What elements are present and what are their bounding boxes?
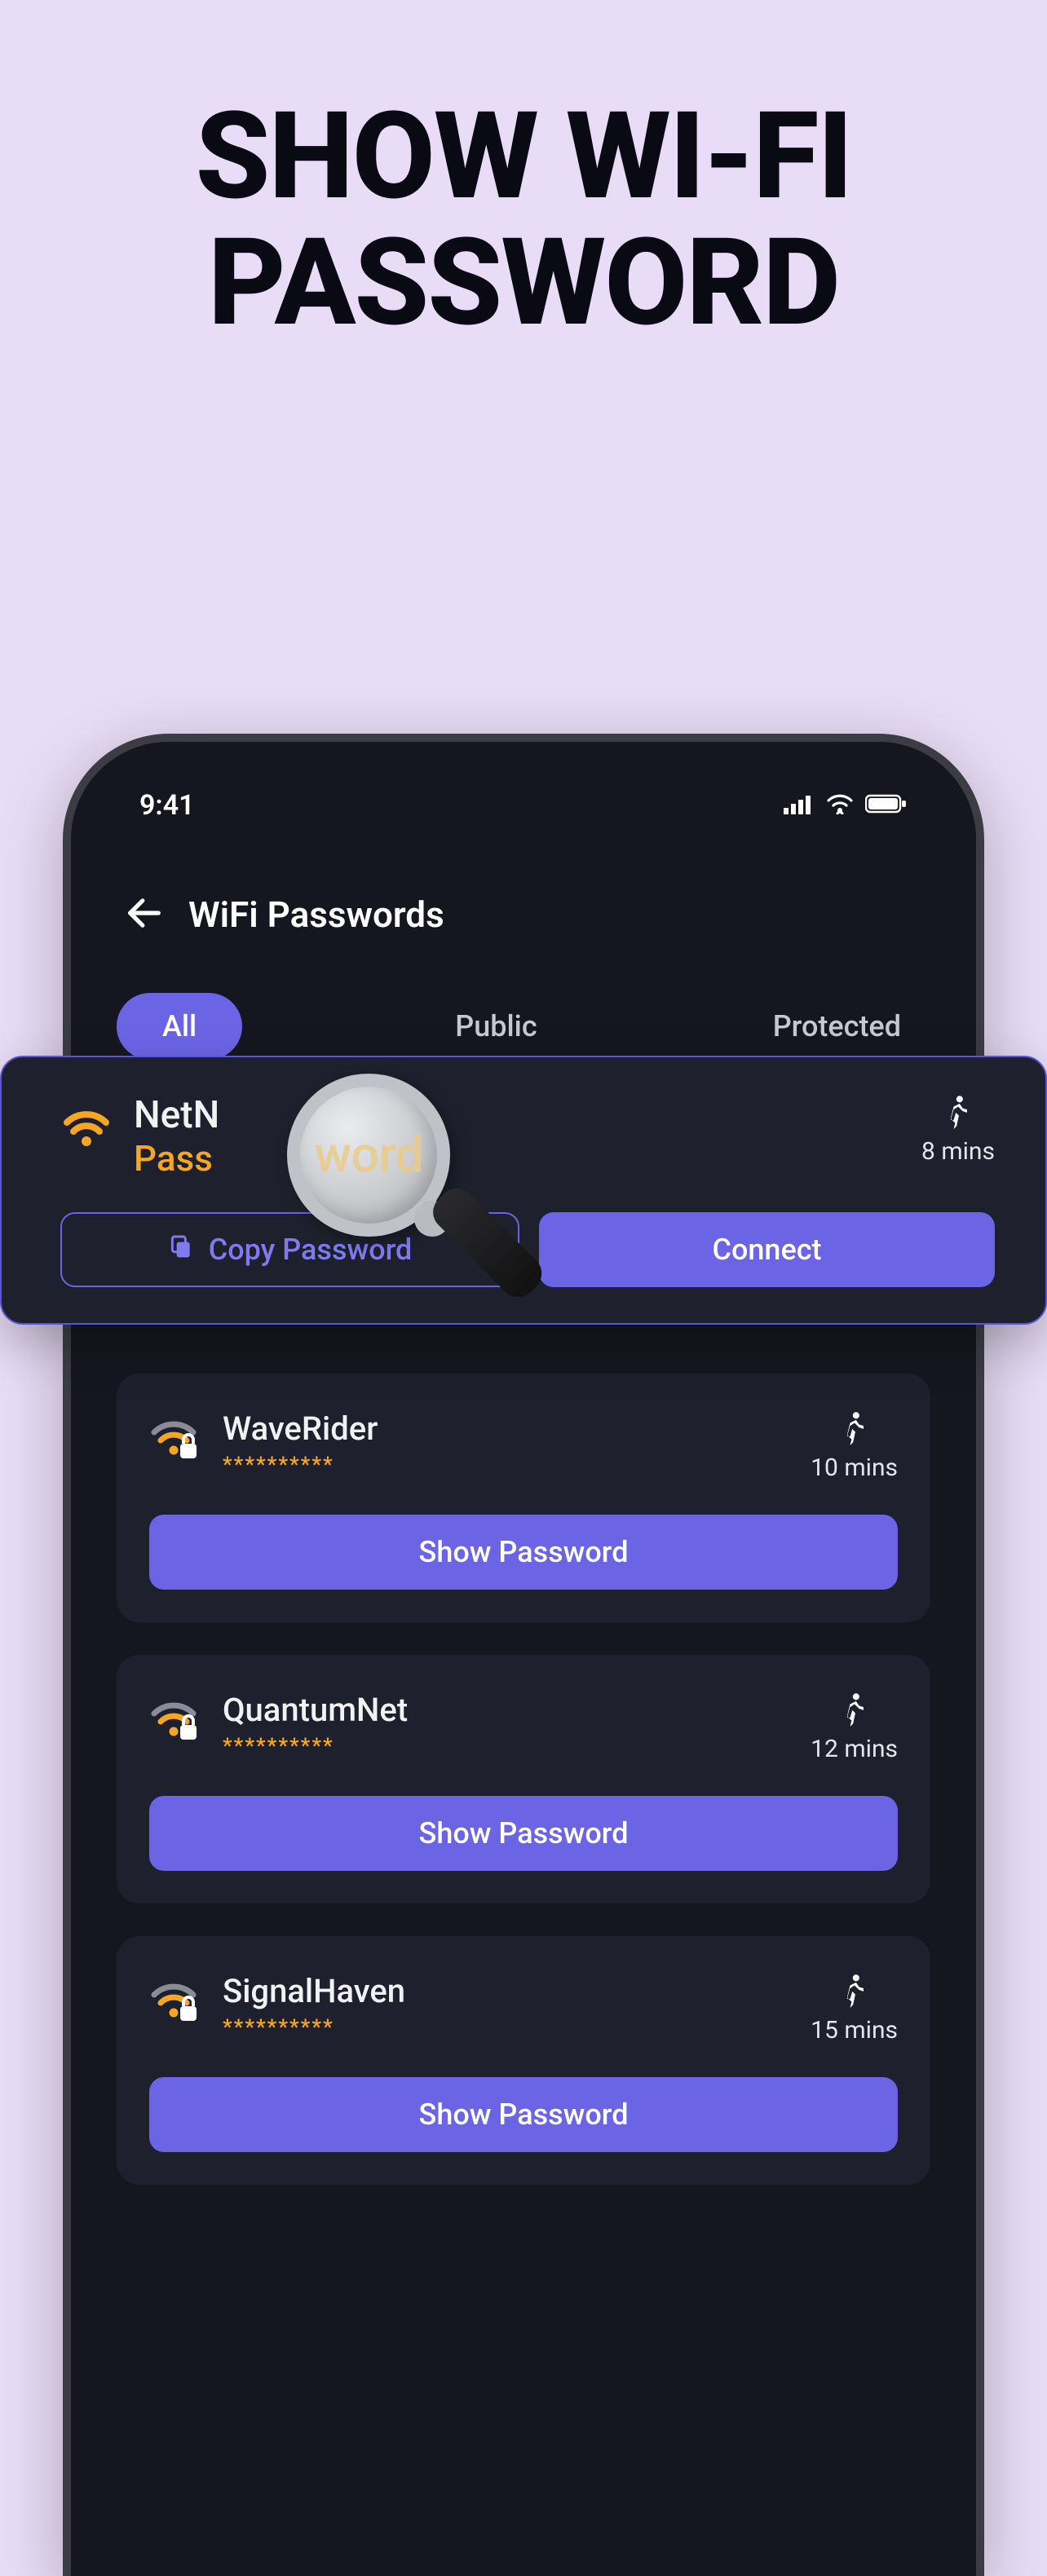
phone-frame: 9:41 WiFi Passwords All Public xyxy=(63,734,984,2576)
copy-password-button[interactable]: Copy Password xyxy=(60,1212,519,1287)
network-card: WaveRider ********** 10 mins Show Passwo… xyxy=(117,1374,930,1622)
network-card: QuantumNet ********** 12 mins Show Passw… xyxy=(117,1655,930,1903)
walk-time: 8 mins xyxy=(921,1137,995,1166)
status-bar: 9:41 xyxy=(117,781,930,830)
network-name: QuantumNet xyxy=(223,1691,408,1729)
wifi-lock-icon xyxy=(149,1977,198,2018)
wifi-lock-icon xyxy=(149,1414,198,1455)
network-name: NetN xyxy=(134,1093,219,1137)
copy-icon xyxy=(168,1233,194,1267)
featured-network-card: NetN Pass 8 mins Copy Password Connect w… xyxy=(0,1056,1047,1325)
network-card: SignalHaven ********** 15 mins Show Pass… xyxy=(117,1936,930,2185)
show-password-button[interactable]: Show Password xyxy=(149,1515,898,1590)
wifi-icon xyxy=(60,1106,109,1147)
copy-password-label: Copy Password xyxy=(209,1233,413,1267)
tab-all[interactable]: All xyxy=(117,993,242,1060)
network-name: SignalHaven xyxy=(223,1972,405,2010)
status-time: 9:41 xyxy=(139,789,195,822)
wifi-lock-icon xyxy=(149,1696,198,1736)
password-revealed: Pass xyxy=(134,1137,219,1180)
walk-time: 10 mins xyxy=(811,1453,898,1482)
hero-line-1: SHOW WI-FI xyxy=(0,94,1047,220)
password-mask: ********** xyxy=(223,2015,405,2040)
walk-distance: 15 mins xyxy=(811,1972,898,2044)
password-mask: ********** xyxy=(223,1453,378,1477)
walk-distance: 10 mins xyxy=(811,1409,898,1482)
battery-icon xyxy=(865,789,908,822)
walk-icon xyxy=(837,1996,872,2011)
show-password-button[interactable]: Show Password xyxy=(149,2077,898,2152)
walk-distance: 8 mins xyxy=(921,1093,995,1166)
walk-time: 12 mins xyxy=(811,1735,898,1763)
phone-screen: 9:41 WiFi Passwords All Public xyxy=(71,742,976,2576)
walk-distance: 12 mins xyxy=(811,1691,898,1763)
status-icons xyxy=(784,789,908,822)
walk-icon xyxy=(837,1714,872,1730)
filter-tabs: All Public Protected xyxy=(117,993,930,1060)
show-password-button[interactable]: Show Password xyxy=(149,1796,898,1871)
header: WiFi Passwords xyxy=(117,892,930,937)
connect-label: Connect xyxy=(712,1233,821,1267)
walk-icon xyxy=(837,1433,872,1449)
hero-line-2: PASSWORD xyxy=(0,220,1047,346)
wifi-status-icon xyxy=(826,789,854,822)
network-name: WaveRider xyxy=(223,1409,378,1448)
cellular-icon xyxy=(784,789,815,822)
tab-protected[interactable]: Protected xyxy=(750,993,924,1060)
walk-time: 15 mins xyxy=(811,2016,898,2044)
connect-button[interactable]: Connect xyxy=(539,1212,995,1287)
walk-icon xyxy=(940,1117,976,1132)
hero-title: SHOW WI-FI PASSWORD xyxy=(0,0,1047,347)
password-mask: ********** xyxy=(223,1734,408,1758)
back-icon[interactable] xyxy=(123,892,166,937)
page-title: WiFi Passwords xyxy=(188,893,444,936)
tab-public[interactable]: Public xyxy=(432,993,559,1060)
